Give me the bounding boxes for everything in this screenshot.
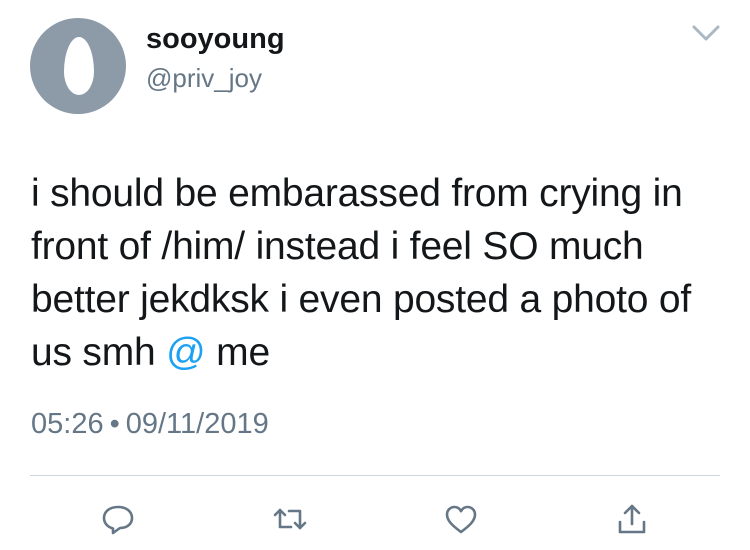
tweet-text-tail: me xyxy=(205,331,270,374)
display-name[interactable]: sooyoung xyxy=(146,22,285,56)
like-button[interactable] xyxy=(443,502,479,536)
share-icon xyxy=(618,504,646,534)
reply-icon xyxy=(102,505,134,535)
tweet-text-body: i should be embarassed from crying in fr… xyxy=(31,172,691,374)
chevron-down-icon xyxy=(692,25,720,41)
default-egg-icon xyxy=(64,37,94,95)
avatar[interactable] xyxy=(30,18,126,114)
more-options-button[interactable] xyxy=(689,20,723,46)
tweet-card: sooyoung @priv_joy i should be embarasse… xyxy=(0,0,750,550)
heart-icon xyxy=(445,505,477,534)
retweet-icon xyxy=(273,508,307,530)
divider xyxy=(30,475,720,476)
share-button[interactable] xyxy=(614,502,650,536)
tweet-time: 05:26 xyxy=(31,408,104,440)
tweet-date: 09/11/2019 xyxy=(125,408,269,440)
reply-button[interactable] xyxy=(100,502,136,536)
tweet-timestamp[interactable]: 05:26 • 09/11/2019 xyxy=(31,404,269,444)
mention-link[interactable]: @ xyxy=(166,331,206,374)
retweet-button[interactable] xyxy=(272,502,308,536)
user-handle[interactable]: @priv_joy xyxy=(146,63,262,93)
meta-separator: • xyxy=(109,408,120,440)
tweet-text: i should be embarassed from crying in fr… xyxy=(31,167,731,379)
